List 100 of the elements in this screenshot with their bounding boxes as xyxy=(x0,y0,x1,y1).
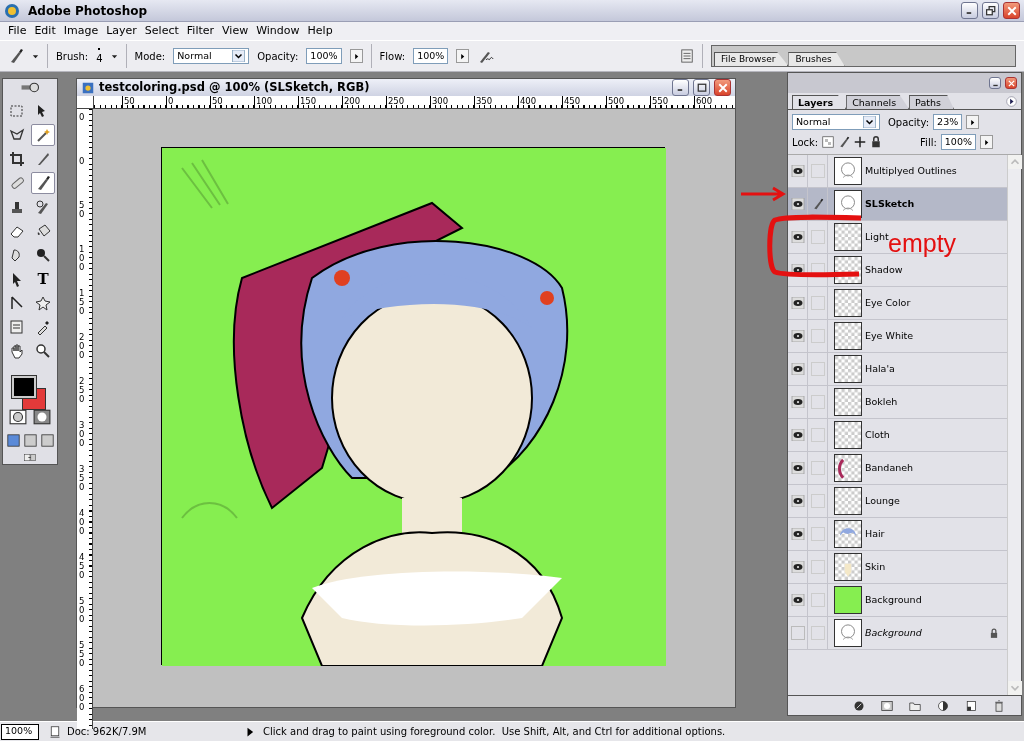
flow-field[interactable]: 100% xyxy=(413,48,449,64)
foreground-color-swatch[interactable] xyxy=(12,375,36,398)
menu-item[interactable]: View xyxy=(218,22,253,40)
menu-item[interactable]: Select xyxy=(140,22,183,40)
layer-row[interactable]: Bokleh xyxy=(788,386,1007,419)
layer-row[interactable]: Skin xyxy=(788,551,1007,584)
layer-row[interactable]: Cloth xyxy=(788,419,1007,452)
mask-icon[interactable] xyxy=(881,699,893,712)
layer-style-icon[interactable] xyxy=(853,699,865,712)
menu-item[interactable]: File xyxy=(4,22,31,40)
trash-icon[interactable] xyxy=(993,699,1005,712)
maximize-button[interactable] xyxy=(693,79,710,97)
menu-item[interactable]: Image xyxy=(59,22,103,40)
opacity-field[interactable]: 23% xyxy=(933,114,963,130)
brush-icon[interactable] xyxy=(31,171,55,194)
minimize-button[interactable] xyxy=(989,77,1001,89)
eye-icon[interactable] xyxy=(790,231,805,243)
folder-icon[interactable] xyxy=(909,699,921,712)
eye-icon[interactable] xyxy=(790,495,805,507)
layer-row[interactable]: SLSketch xyxy=(788,188,1007,221)
close-button[interactable] xyxy=(1003,2,1020,19)
link-toggle[interactable] xyxy=(810,230,825,244)
panel-tab[interactable]: Channels xyxy=(846,95,910,109)
layer-row[interactable]: Hair xyxy=(788,518,1007,551)
link-toggle[interactable] xyxy=(810,626,825,640)
link-toggle[interactable] xyxy=(810,296,825,310)
link-toggle[interactable] xyxy=(810,593,825,607)
eye-icon[interactable] xyxy=(790,528,805,540)
restore-button[interactable] xyxy=(982,2,999,19)
layer-row[interactable]: Eye Color xyxy=(788,287,1007,320)
link-toggle[interactable] xyxy=(810,329,825,343)
layer-row[interactable]: Bandaneh xyxy=(788,452,1007,485)
arrow-button[interactable] xyxy=(980,135,993,149)
caret-icon[interactable] xyxy=(32,52,39,60)
new-layer-icon[interactable] xyxy=(965,699,977,712)
quick-mask-icon[interactable] xyxy=(32,408,52,426)
close-button[interactable] xyxy=(714,79,731,97)
menu-item[interactable]: Layer xyxy=(102,22,141,40)
panel-tab[interactable]: Paths xyxy=(909,95,954,109)
full-screen-icon[interactable] xyxy=(40,434,54,447)
link-toggle[interactable] xyxy=(810,395,825,409)
brush-picker[interactable]: 4 xyxy=(96,48,103,64)
lock-position-icon[interactable] xyxy=(854,136,867,148)
arrow-button[interactable] xyxy=(456,49,470,63)
arrow-button[interactable] xyxy=(966,115,980,129)
lock-transparency-icon[interactable] xyxy=(822,136,835,148)
minimize-button[interactable] xyxy=(961,2,978,19)
close-button[interactable] xyxy=(1005,77,1017,89)
link-toggle[interactable] xyxy=(810,494,825,508)
brush-tool-icon[interactable] xyxy=(8,48,24,64)
panel-menu-icon[interactable] xyxy=(1006,96,1017,107)
document-info-icon[interactable] xyxy=(49,725,61,738)
menu-item[interactable]: Help xyxy=(303,22,337,40)
lock-brush-icon[interactable] xyxy=(838,136,851,148)
caret-icon[interactable] xyxy=(110,52,118,60)
eye-icon[interactable] xyxy=(790,330,805,342)
standard-screen-icon[interactable] xyxy=(6,434,20,447)
layer-row[interactable]: Lounge xyxy=(788,485,1007,518)
eye-icon[interactable] xyxy=(790,363,805,375)
link-toggle[interactable] xyxy=(810,527,825,541)
blend-mode-dropdown[interactable]: Normal xyxy=(792,114,880,130)
text-tool[interactable]: T xyxy=(31,267,55,290)
minimize-button[interactable] xyxy=(672,79,689,97)
eye-icon[interactable] xyxy=(790,429,805,441)
opacity-field[interactable]: 100% xyxy=(306,48,342,64)
eye-icon[interactable] xyxy=(790,198,805,210)
panel-tab[interactable]: Layers xyxy=(792,95,847,109)
brush-icon[interactable] xyxy=(811,198,824,210)
eye-icon[interactable] xyxy=(790,297,805,309)
arrow-button[interactable] xyxy=(349,49,363,63)
zoom-field[interactable]: 100% xyxy=(1,723,39,740)
link-toggle[interactable] xyxy=(810,560,825,574)
link-toggle[interactable] xyxy=(810,164,825,178)
adjustment-icon[interactable] xyxy=(937,699,949,712)
eye-icon[interactable] xyxy=(790,462,805,474)
menu-item[interactable]: Window xyxy=(252,22,304,40)
link-toggle[interactable] xyxy=(810,428,825,442)
palette-menu-icon[interactable] xyxy=(680,49,694,63)
standard-mode-icon[interactable] xyxy=(8,408,28,426)
magic-wand-icon[interactable] xyxy=(31,123,55,146)
link-toggle[interactable] xyxy=(810,362,825,376)
visibility-toggle[interactable] xyxy=(790,626,805,640)
mode-dropdown[interactable]: Normal xyxy=(173,48,250,64)
layer-row[interactable]: Background xyxy=(788,584,1007,617)
eye-icon[interactable] xyxy=(790,594,805,606)
layer-row[interactable]: Hala'a xyxy=(788,353,1007,386)
layer-row[interactable]: Background xyxy=(788,617,1007,650)
palette-tab[interactable]: File Browser xyxy=(714,52,789,66)
eye-icon[interactable] xyxy=(790,561,805,573)
fill-field[interactable]: 100% xyxy=(940,134,976,150)
eye-icon[interactable] xyxy=(790,396,805,408)
eye-icon[interactable] xyxy=(790,165,805,177)
link-toggle[interactable] xyxy=(810,461,825,475)
menu-item[interactable]: Filter xyxy=(182,22,219,40)
full-screen-menu-icon[interactable] xyxy=(23,434,37,447)
status-menu-icon[interactable] xyxy=(245,726,255,737)
lock-icon[interactable] xyxy=(870,136,883,148)
layer-row[interactable]: Eye White xyxy=(788,320,1007,353)
palette-tab[interactable]: Brushes xyxy=(788,52,845,66)
menu-item[interactable]: Edit xyxy=(30,22,60,40)
